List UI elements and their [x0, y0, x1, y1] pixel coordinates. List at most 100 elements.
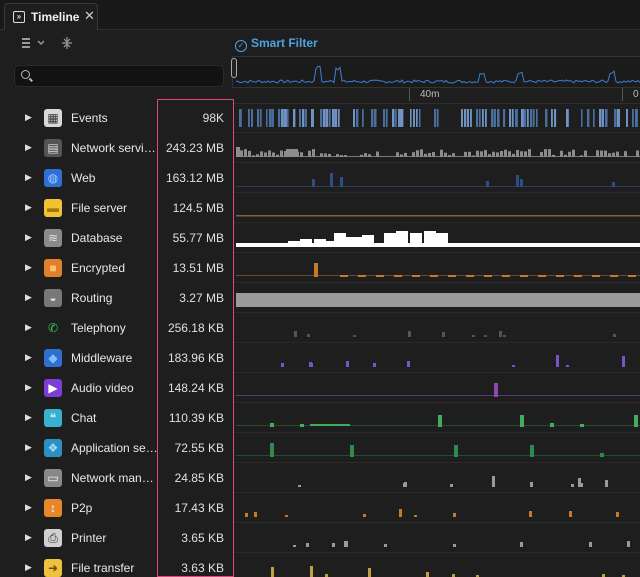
track-mark [326, 109, 329, 127]
track-mark [613, 334, 616, 337]
track-mark [396, 152, 399, 157]
track-mark [622, 356, 625, 367]
track-mark [413, 109, 415, 127]
track-mark [236, 147, 240, 157]
track-mark [472, 155, 475, 157]
track-mark [599, 109, 602, 127]
track-mark [450, 243, 462, 247]
track-mark [330, 173, 333, 187]
track-mark [410, 109, 412, 127]
track-mark [503, 335, 506, 337]
track-mark [600, 150, 603, 157]
track-mark [442, 332, 445, 337]
track-mark [272, 109, 274, 127]
track-mark [605, 480, 608, 487]
track-mark [499, 331, 502, 337]
track-mark [374, 109, 377, 127]
track-mark [512, 153, 515, 157]
track-mark [271, 567, 274, 577]
track-mark [362, 235, 374, 247]
track-mark [404, 152, 407, 157]
track-mark [468, 151, 471, 157]
track-mark [484, 275, 492, 277]
track-mark [448, 275, 456, 277]
track-mark [470, 109, 472, 127]
track-mark [308, 150, 311, 157]
track-mark [452, 153, 455, 157]
track-mark [545, 109, 548, 127]
track-mark [362, 109, 364, 127]
track-mark [450, 484, 453, 487]
track-mark [307, 334, 310, 337]
track-mark [605, 109, 608, 127]
track-mark [520, 151, 523, 157]
track-mark [580, 155, 583, 157]
track-mark [364, 153, 367, 157]
track-mark [414, 515, 417, 517]
track-mark [482, 109, 484, 127]
track-mark [548, 149, 551, 157]
track-mark [464, 151, 467, 157]
track-mark [530, 109, 533, 127]
track-mark [336, 154, 339, 157]
track-mark [305, 109, 307, 127]
track-mark [268, 150, 271, 157]
track-mark [634, 415, 638, 427]
track-mark [266, 109, 268, 127]
track-mark [353, 335, 356, 337]
track-mark [572, 149, 575, 157]
track-mark [281, 109, 284, 127]
track-mark [520, 243, 532, 247]
track-mark [340, 177, 343, 187]
track-mark [338, 109, 340, 127]
track-mark [314, 239, 326, 247]
track-mark [320, 153, 323, 157]
track-mark [284, 109, 287, 127]
track-mark [464, 109, 467, 127]
track-mark [616, 151, 619, 157]
track-mark [286, 149, 298, 157]
track-mark [600, 243, 612, 247]
track-mark [515, 109, 518, 127]
track-mark [480, 151, 483, 157]
track-mark [384, 233, 396, 247]
track-mark [320, 109, 323, 127]
track-mark [335, 109, 338, 127]
track-mark [236, 455, 640, 456]
track-mark [550, 423, 554, 427]
track-mark [540, 151, 543, 157]
track-mark [426, 572, 429, 577]
track-mark [236, 293, 640, 307]
track-mark [294, 331, 297, 337]
track-mark [574, 275, 582, 277]
track-mark [239, 109, 242, 127]
track-mark [285, 515, 288, 517]
track-mark [248, 109, 250, 127]
track-mark [310, 566, 313, 577]
track-mark [444, 152, 447, 157]
track-mark [453, 544, 456, 547]
track-mark [566, 109, 569, 127]
track-mark [419, 109, 421, 127]
track-mark [368, 154, 371, 157]
track-mark [448, 155, 451, 157]
track-mark [560, 243, 572, 247]
track-mark [614, 109, 617, 127]
track-mark [332, 543, 335, 547]
track-mark [420, 149, 423, 157]
track-mark [252, 155, 255, 157]
track-mark [596, 150, 599, 157]
track-mark [497, 109, 500, 127]
track-mark [479, 109, 481, 127]
track-mark [476, 150, 479, 157]
track-mark [358, 275, 366, 277]
track-mark [438, 415, 442, 427]
track-mark [245, 513, 248, 517]
track-mark [270, 423, 274, 427]
track-mark [616, 512, 619, 517]
track-mark [408, 331, 411, 337]
track-mark [272, 152, 275, 157]
track-mark [300, 239, 312, 247]
track-mark [472, 335, 475, 337]
track-mark [432, 151, 435, 157]
